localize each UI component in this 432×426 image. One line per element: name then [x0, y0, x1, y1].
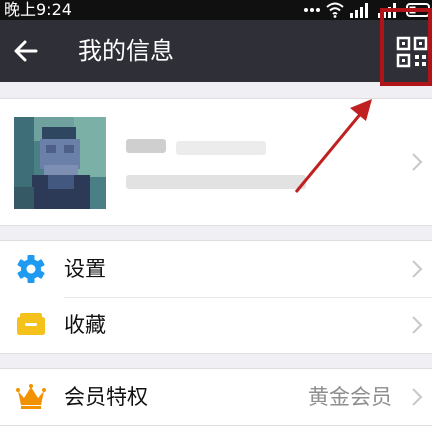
page-title: 我的信息	[78, 37, 174, 65]
menu-group-settings: 设置 收藏	[0, 240, 432, 354]
more-dots-icon	[304, 8, 320, 12]
nav-bar: 我的信息	[0, 20, 432, 82]
wifi-icon	[326, 2, 344, 18]
chevron-right-icon	[412, 316, 423, 334]
status-time: 晚上9:24	[4, 0, 72, 19]
avatar-pixelated	[14, 117, 106, 209]
menu-item-favorites[interactable]: 收藏	[0, 297, 432, 353]
menu-item-settings[interactable]: 设置	[0, 241, 432, 297]
avatar	[14, 117, 106, 209]
back-button[interactable]	[8, 33, 44, 69]
gear-icon	[17, 255, 45, 283]
membership-level: 黄金会员	[308, 385, 392, 409]
menu-item-membership[interactable]: 会员特权 黄金会员	[0, 369, 432, 425]
arrow-left-icon	[14, 40, 38, 62]
signal-icon	[350, 3, 368, 18]
menu-label-membership: 会员特权	[64, 385, 148, 409]
highlight-box	[380, 8, 432, 86]
profile-name-redacted	[176, 141, 266, 155]
menu-label-settings: 设置	[64, 257, 106, 281]
chevron-right-icon	[412, 153, 423, 171]
profile-id-redacted	[126, 175, 306, 189]
menu-group-membership: 会员特权 黄金会员	[0, 368, 432, 426]
folder-icon	[17, 313, 45, 335]
crown-icon	[16, 384, 46, 409]
chevron-right-icon	[412, 388, 423, 406]
profile-card[interactable]	[0, 98, 432, 226]
menu-label-favorites: 收藏	[64, 313, 106, 337]
chevron-right-icon	[412, 260, 423, 278]
status-bar: 晚上9:24	[0, 0, 432, 20]
profile-name-redacted	[126, 139, 166, 153]
